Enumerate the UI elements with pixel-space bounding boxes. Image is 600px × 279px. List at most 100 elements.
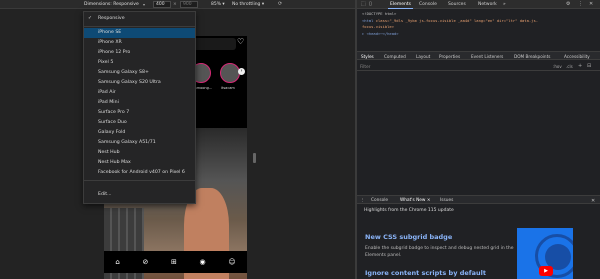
menu-divider	[84, 26, 195, 27]
messages-icon[interactable]: ◉	[200, 258, 206, 266]
throttle-dropdown[interactable]: No throttling ▾	[232, 2, 264, 7]
menu-item-device[interactable]: Nest Hub	[84, 148, 195, 158]
menu-item-label: Facebook for Android v407 on Pixel 6	[98, 170, 185, 175]
tab-styles[interactable]: Styles	[361, 54, 374, 59]
whats-new-description: Enable the subgrid badge to inspect and …	[365, 246, 514, 258]
inspect-icon[interactable]: ⬚	[361, 1, 366, 7]
drawer-tabbar: ⋮ Console What's New × Issues ✕	[357, 195, 600, 204]
tab-layout[interactable]: Layout	[416, 54, 430, 59]
drawer-tab-console[interactable]: Console	[371, 198, 388, 203]
menu-item-label: Surface Pro 7	[98, 110, 130, 115]
menu-item-label: iPad Mini	[98, 100, 119, 105]
menu-item-label: iPhone 12 Pro	[98, 50, 131, 55]
resize-handle[interactable]	[253, 153, 256, 163]
bottom-navigation: ⌂ ⊘ ⊞ ◉ ☺	[104, 251, 247, 273]
menu-item-label: iPad Air	[98, 90, 116, 95]
menu-item-device[interactable]: iPhone XR	[84, 38, 195, 48]
whats-new-video-thumbnail[interactable]: ▶	[517, 228, 573, 279]
menu-item-label: iPhone SE	[98, 30, 122, 35]
check-icon: ✓	[88, 16, 92, 21]
hov-toggle[interactable]: :hov	[553, 64, 562, 69]
menu-item-device[interactable]: Surface Pro 7	[84, 108, 195, 118]
rotate-icon[interactable]: ⟳	[278, 1, 282, 7]
gear-icon[interactable]: ⚙	[566, 1, 570, 7]
device-dropdown-menu: ✓ Responsive iPhone SE iPhone XR iPhone …	[83, 11, 196, 204]
tab-event-listeners[interactable]: Event Listeners	[471, 54, 503, 59]
dom-attrs: class="_9dls _9ykm js-focus-visible _aa4…	[373, 17, 539, 23]
menu-item-label: Samsung Galaxy S8+	[98, 70, 149, 75]
tab-console[interactable]: Console	[419, 2, 437, 7]
device-toolbar: Dimensions: Responsive ▾ 400 × 900 85% ▾…	[0, 0, 355, 9]
menu-item-device[interactable]: Nest Hub Max	[84, 158, 195, 168]
menu-item-device[interactable]: iPad Air	[84, 88, 195, 98]
menu-item-device[interactable]: Samsung Galaxy A51/71	[84, 138, 195, 148]
tab-accessibility[interactable]: Accessibility	[564, 54, 590, 59]
filter-input[interactable]: Filter	[360, 64, 370, 69]
add-rule-icon[interactable]: +	[578, 63, 582, 69]
close-icon[interactable]: ✕	[589, 1, 593, 7]
explore-icon[interactable]: ⊘	[142, 258, 148, 266]
menu-divider	[84, 180, 195, 181]
whats-new-title[interactable]: Ignore content scripts by default	[365, 269, 486, 277]
profile-icon[interactable]: ☺	[228, 258, 235, 266]
dimensions-dropdown[interactable]: Dimensions: Responsive	[84, 2, 139, 7]
menu-item-device[interactable]: Surface Duo	[84, 118, 195, 128]
story-avatar[interactable]	[220, 63, 240, 83]
zoom-dropdown[interactable]: 85% ▾	[211, 2, 225, 7]
times-label: ×	[173, 1, 177, 7]
menu-item-device[interactable]: iPad Mini	[84, 98, 195, 108]
sidebar-toggle-icon[interactable]: ⊟	[587, 63, 591, 69]
menu-item-label: Nest Hub	[98, 150, 120, 155]
menu-item-device[interactable]: iPhone 12 Pro	[84, 48, 195, 58]
whats-new-highlights: Highlights from the Chrome 115 update	[364, 208, 454, 213]
styles-tabbar: Styles Computed Layout Properties Event …	[357, 51, 600, 60]
menu-item-device[interactable]: Samsung Galaxy S20 Ultra	[84, 78, 195, 88]
device-toggle-icon[interactable]: ▯	[369, 1, 372, 7]
tab-properties[interactable]: Properties	[439, 54, 460, 59]
tab-elements[interactable]: Elements	[388, 2, 413, 9]
heart-icon[interactable]: ♡	[237, 37, 244, 46]
menu-item-device[interactable]: Galaxy Fold	[84, 128, 195, 138]
dom-tag: <html	[362, 17, 374, 23]
close-icon[interactable]: ✕	[591, 198, 595, 204]
drawer-menu-icon[interactable]: ⋮	[360, 198, 364, 203]
height-input[interactable]: 900	[180, 1, 198, 8]
play-icon[interactable]: ▶	[539, 266, 553, 276]
menu-item-label: Surface Duo	[98, 120, 127, 125]
home-icon[interactable]: ⌂	[115, 258, 119, 266]
cls-toggle[interactable]: .cls	[566, 64, 573, 69]
menu-item-label: Samsung Galaxy S20 Ultra	[98, 80, 161, 85]
more-tabs-icon[interactable]: »	[503, 2, 506, 7]
menu-item-label: Pixel 5	[98, 60, 114, 65]
devtools-panel: ⬚ ▯ Elements Console Sources Network » ⚙…	[357, 0, 600, 279]
create-icon[interactable]: ⊞	[171, 258, 177, 266]
menu-item-label: iPhone XR	[98, 40, 122, 45]
tab-dom-breakpoints[interactable]: DOM Breakpoints	[514, 54, 550, 59]
drawer-tab-whats-new[interactable]: What's New ×	[400, 198, 430, 203]
menu-item-device[interactable]: Facebook for Android v407 on Pixel 6	[84, 168, 195, 178]
dom-tree: <!DOCTYPE html> <html class="_9dls _9ykm…	[362, 11, 597, 37]
menu-item-device[interactable]: Pixel 5	[84, 58, 195, 68]
menu-item-label: Responsive	[98, 16, 125, 21]
menu-item-label: Galaxy Fold	[98, 130, 126, 135]
drawer-tab-issues[interactable]: Issues	[440, 198, 453, 203]
devtools-tabbar: ⬚ ▯ Elements Console Sources Network » ⚙…	[357, 0, 600, 9]
tab-sources[interactable]: Sources	[448, 2, 466, 7]
chevron-right-icon[interactable]: ›	[238, 68, 245, 75]
menu-item-device[interactable]: iPhone SE	[84, 28, 195, 38]
menu-item-edit[interactable]: Edit...	[84, 190, 195, 200]
chevron-down-icon[interactable]: ▾	[143, 2, 145, 7]
menu-item-label: Nest Hub Max	[98, 160, 131, 165]
menu-item-device[interactable]: Samsung Galaxy S8+	[84, 68, 195, 78]
menu-item-responsive[interactable]: ✓ Responsive	[84, 14, 195, 24]
width-input[interactable]: 400	[153, 1, 171, 8]
story-label: itsacam	[221, 86, 235, 90]
menu-item-label: Edit...	[98, 192, 112, 197]
tab-computed[interactable]: Computed	[384, 54, 406, 59]
whats-new-title[interactable]: New CSS subgrid badge	[365, 233, 452, 241]
menu-item-label: Samsung Galaxy A51/71	[98, 140, 156, 145]
kebab-menu-icon[interactable]: ⋮	[578, 1, 583, 7]
dom-line[interactable]: ▸ <head>⋯</head>	[362, 31, 597, 38]
search-bar[interactable]	[192, 38, 236, 50]
tab-network[interactable]: Network	[478, 2, 497, 7]
